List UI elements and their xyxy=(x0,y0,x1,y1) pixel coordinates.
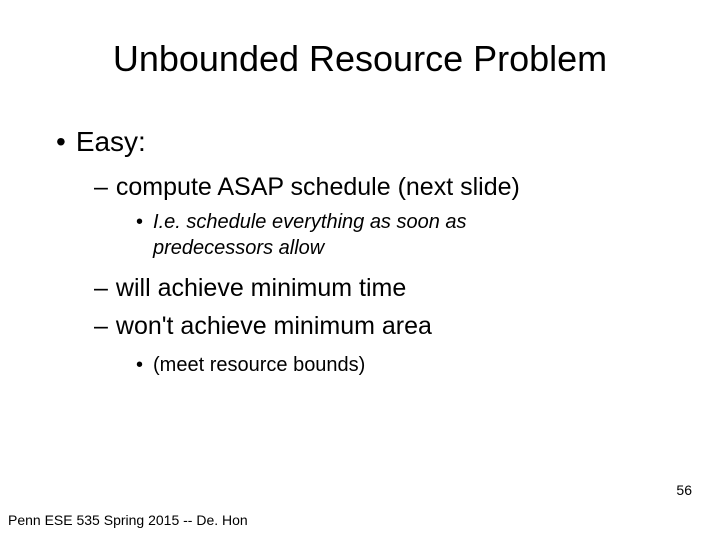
bullet-ie: • I.e. schedule everything as soon as pr… xyxy=(136,209,680,261)
slide-content: • Easy: – compute ASAP schedule (next sl… xyxy=(0,126,720,378)
slide-title: Unbounded Resource Problem xyxy=(0,38,720,80)
bullet-marker-disc-icon: • xyxy=(136,352,143,378)
bullet-asap: – compute ASAP schedule (next slide) xyxy=(94,172,680,203)
bullet-marker-dash-icon: – xyxy=(94,311,108,342)
bullet-marker-dash-icon: – xyxy=(94,273,108,304)
bullet-bounds: • (meet resource bounds) xyxy=(136,352,680,378)
bullet-min-time: – will achieve minimum time xyxy=(94,273,680,304)
bullet-text: compute ASAP schedule (next slide) xyxy=(116,172,520,203)
footer-text: Penn ESE 535 Spring 2015 -- De. Hon xyxy=(8,512,248,528)
bullet-text: (meet resource bounds) xyxy=(153,352,365,378)
bullet-text: won't achieve minimum area xyxy=(116,311,432,342)
bullet-marker-dash-icon: – xyxy=(94,172,108,203)
bullet-text: I.e. schedule everything as soon as pred… xyxy=(153,209,580,261)
bullet-min-area: – won't achieve minimum area xyxy=(94,311,680,342)
slide-number: 56 xyxy=(676,482,692,498)
bullet-text: will achieve minimum time xyxy=(116,273,406,304)
italic-ie: I.e. schedule everything as soon as pred… xyxy=(153,211,467,259)
slide: Unbounded Resource Problem • Easy: – com… xyxy=(0,0,720,540)
bullet-text: Easy: xyxy=(76,126,146,158)
bullet-marker-disc-icon: • xyxy=(56,126,66,158)
bullet-easy: • Easy: xyxy=(56,126,680,158)
bullet-marker-disc-icon: • xyxy=(136,209,143,235)
